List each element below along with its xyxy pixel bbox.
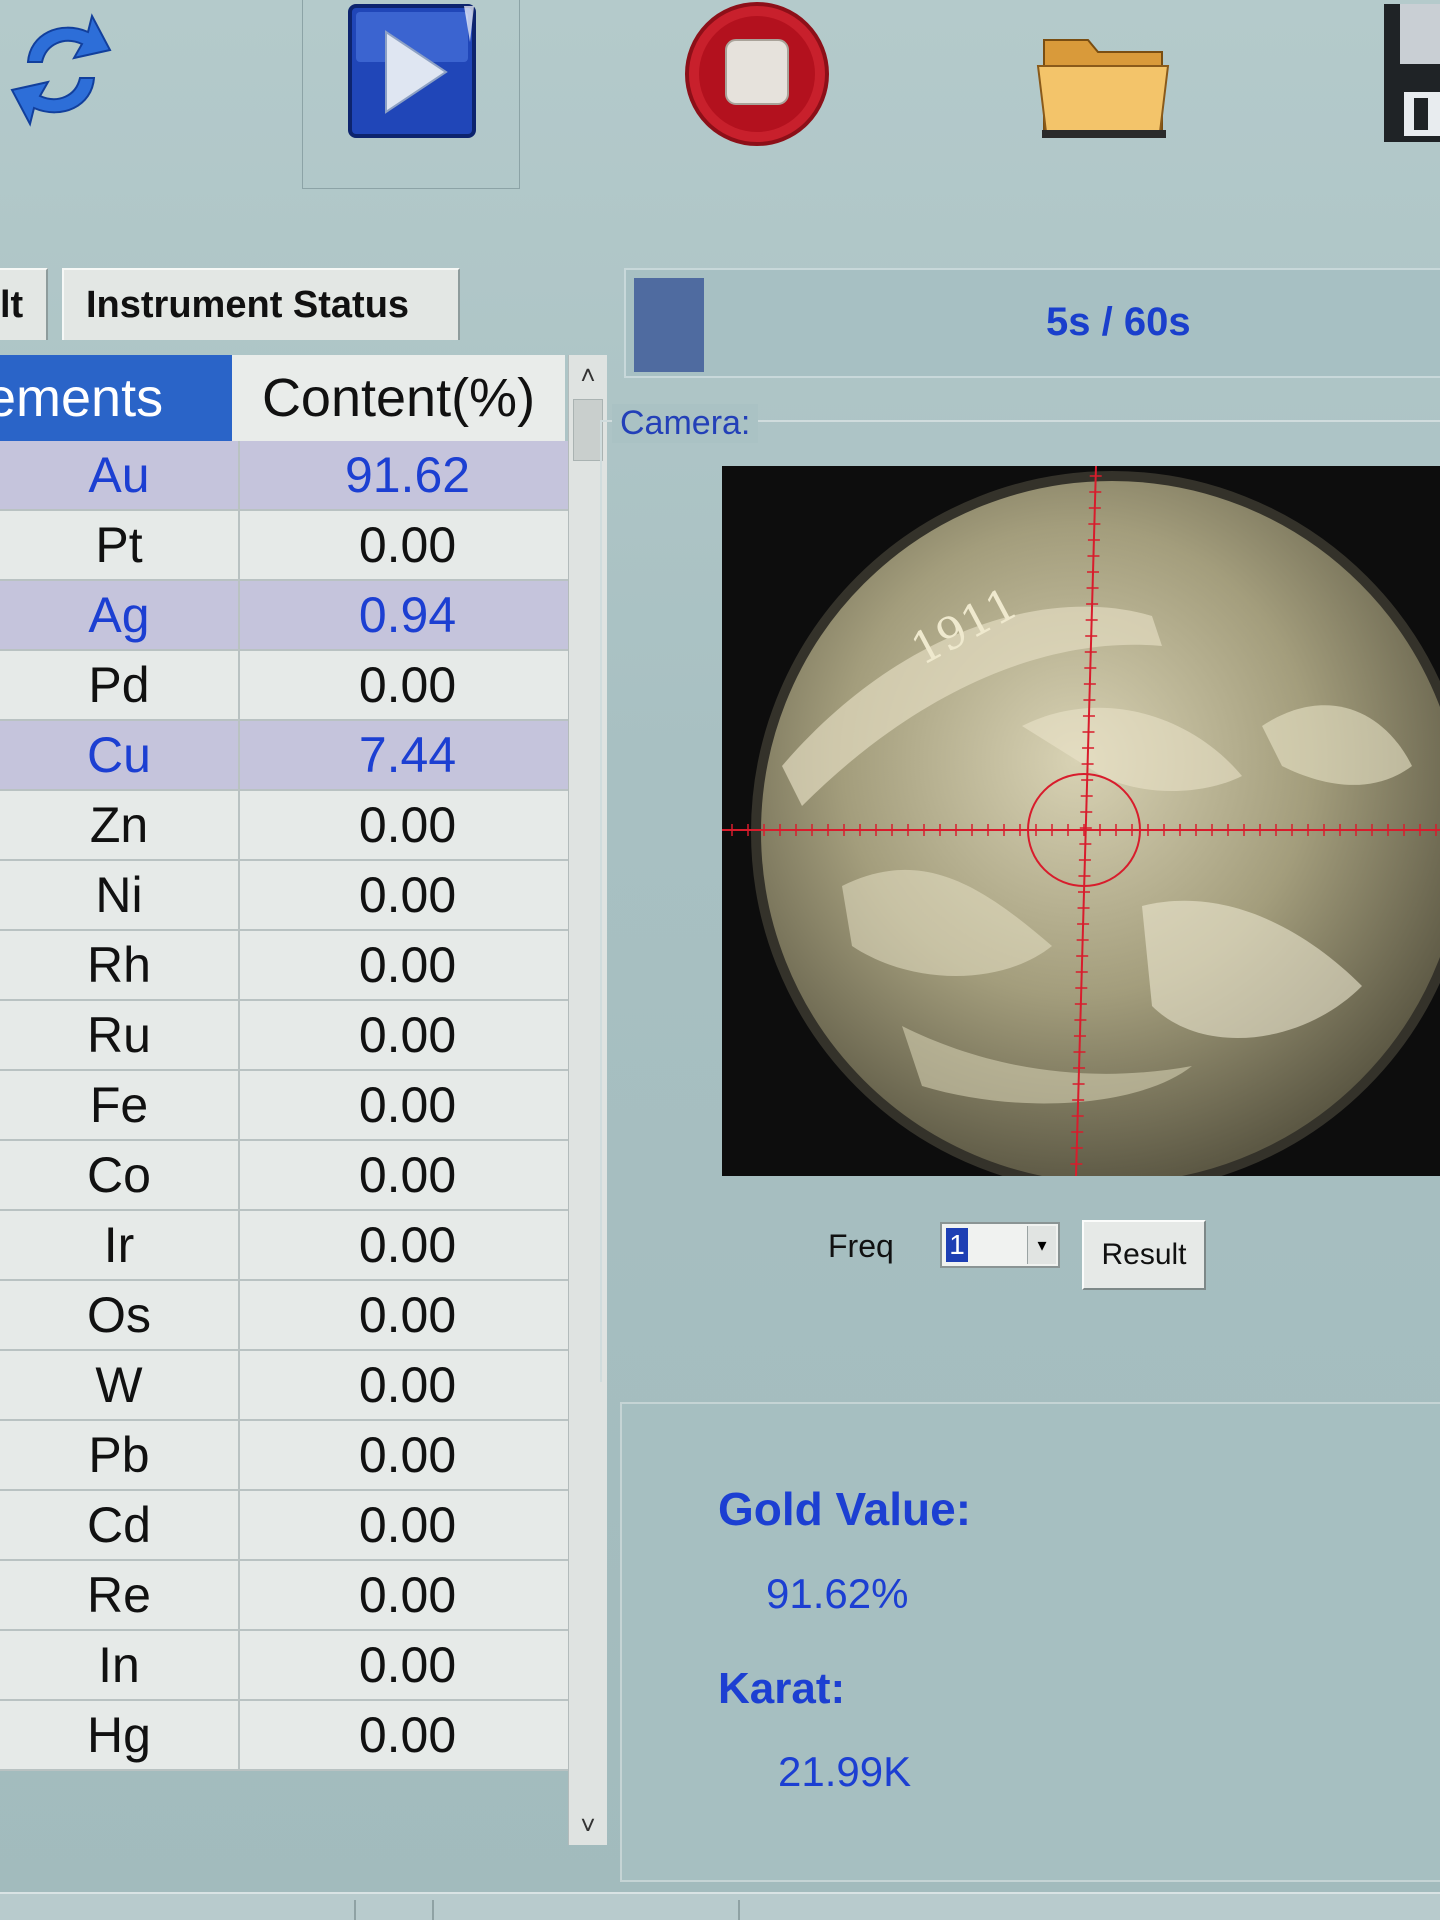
- element-symbol-cell: Pd: [0, 651, 240, 719]
- element-content-cell: 0.94: [358, 587, 457, 643]
- element-content-cell: 0.00: [358, 1707, 457, 1763]
- table-row[interactable]: Co 0.00: [0, 1141, 580, 1211]
- table-body: Au 91.62 Pt 0.00 Ag 0.94 Pd 0.00 Cu 7.44 Zn 0.00 Ni 0…: [0, 441, 580, 1771]
- play-icon: [348, 4, 476, 138]
- element-content-cell: 0.00: [358, 1497, 457, 1553]
- status-bar: [0, 1892, 1440, 1920]
- gold-value: 91.62%: [766, 1570, 909, 1617]
- freq-selected-value: 1: [946, 1228, 968, 1262]
- chevron-down-icon[interactable]: ▾: [1027, 1226, 1056, 1264]
- element-symbol-cell: Ni: [0, 861, 240, 929]
- table-row[interactable]: Ni 0.00: [0, 861, 580, 931]
- element-symbol-cell: Cu: [0, 721, 240, 789]
- coin-image: 1911: [751, 471, 1440, 1176]
- table-row[interactable]: In 0.00: [0, 1631, 580, 1701]
- element-symbol-cell: W: [0, 1351, 240, 1419]
- karat-label: Karat:: [718, 1664, 846, 1713]
- element-symbol-cell: Ru: [0, 1001, 240, 1069]
- progress-bar-fill: [634, 278, 704, 372]
- table-row[interactable]: Ru 0.00: [0, 1001, 580, 1071]
- table-row[interactable]: Ag 0.94: [0, 581, 580, 651]
- tab-result[interactable]: lt: [0, 268, 48, 340]
- table-row[interactable]: Cu 7.44: [0, 721, 580, 791]
- freq-label: Freq: [828, 1228, 894, 1264]
- element-content-cell: 0.00: [358, 937, 457, 993]
- element-symbol-cell: Re: [0, 1561, 240, 1629]
- gold-value-label: Gold Value:: [718, 1483, 972, 1535]
- table-row[interactable]: Zn 0.00: [0, 791, 580, 861]
- element-symbol-cell: Zn: [0, 791, 240, 859]
- element-content-cell: 7.44: [358, 727, 457, 783]
- element-symbol-cell: Pt: [0, 511, 240, 579]
- scrollbar-thumb[interactable]: [573, 399, 603, 461]
- table-row[interactable]: Pd 0.00: [0, 651, 580, 721]
- table-row[interactable]: Ir 0.00: [0, 1211, 580, 1281]
- stop-button[interactable]: [682, 0, 832, 150]
- scroll-up-icon[interactable]: ˄: [569, 355, 607, 395]
- element-symbol-cell: Au: [0, 441, 240, 509]
- element-content-cell: 0.00: [358, 657, 457, 713]
- xrf-analyzer-window: lt Instrument Status 5s / 60s ements Con…: [0, 0, 1440, 1920]
- element-symbol-cell: Co: [0, 1141, 240, 1209]
- element-symbol-cell: Ag: [0, 581, 240, 649]
- stop-icon: [685, 2, 829, 146]
- table-row[interactable]: Hg 0.00: [0, 1701, 580, 1771]
- element-content-cell: 0.00: [358, 1357, 457, 1413]
- element-symbol-cell: Ir: [0, 1211, 240, 1279]
- result-panel: [620, 1402, 1440, 1882]
- refresh-icon[interactable]: [8, 10, 114, 130]
- element-symbol-cell: Rh: [0, 931, 240, 999]
- element-content-cell: 0.00: [358, 517, 457, 573]
- table-row[interactable]: Pt 0.00: [0, 511, 580, 581]
- camera-view[interactable]: 1911: [722, 466, 1440, 1176]
- element-content-cell: 91.62: [344, 447, 471, 503]
- element-symbol-cell: Os: [0, 1281, 240, 1349]
- result-button[interactable]: Result: [1082, 1220, 1206, 1290]
- table-row[interactable]: Pb 0.00: [0, 1421, 580, 1491]
- table-row[interactable]: Fe 0.00: [0, 1071, 580, 1141]
- element-symbol-cell: Hg: [0, 1701, 240, 1769]
- element-content-cell: 0.00: [358, 1217, 457, 1273]
- save-icon: [1384, 4, 1440, 142]
- freq-select[interactable]: 1 ▾: [940, 1222, 1060, 1268]
- elements-table: ements Content(%) Au 91.62 Pt 0.00 Ag 0.94 Pd 0…: [0, 355, 610, 1855]
- play-button[interactable]: [346, 2, 478, 140]
- element-content-cell: 0.00: [358, 1287, 457, 1343]
- element-content-cell: 0.00: [358, 867, 457, 923]
- save-button[interactable]: [1380, 0, 1440, 148]
- table-row[interactable]: Re 0.00: [0, 1561, 580, 1631]
- folder-icon: [1036, 39, 1170, 138]
- element-content-cell: 0.00: [358, 797, 457, 853]
- element-content-cell: 0.00: [358, 1007, 457, 1063]
- open-folder-button[interactable]: [1034, 20, 1174, 138]
- table-row[interactable]: Rh 0.00: [0, 931, 580, 1001]
- table-row[interactable]: Au 91.62: [0, 441, 580, 511]
- column-header-content[interactable]: Content(%): [232, 355, 565, 441]
- element-content-cell: 0.00: [358, 1567, 457, 1623]
- table-row[interactable]: W 0.00: [0, 1351, 580, 1421]
- measurement-progress: 5s / 60s: [624, 268, 1440, 378]
- table-header: ements Content(%): [0, 355, 565, 441]
- table-row[interactable]: Cd 0.00: [0, 1491, 580, 1561]
- element-symbol-cell: Pb: [0, 1421, 240, 1489]
- column-header-elements[interactable]: ements: [0, 355, 232, 441]
- element-symbol-cell: Cd: [0, 1491, 240, 1559]
- element-symbol-cell: In: [0, 1631, 240, 1699]
- progress-time-text: 5s / 60s: [1046, 300, 1191, 344]
- element-content-cell: 0.00: [358, 1637, 457, 1693]
- karat-value: 21.99K: [778, 1748, 912, 1795]
- scroll-down-icon[interactable]: ˅: [569, 1805, 607, 1845]
- tab-instrument-status[interactable]: Instrument Status: [62, 268, 460, 340]
- table-row[interactable]: Os 0.00: [0, 1281, 580, 1351]
- camera-label: Camera:: [612, 404, 759, 443]
- element-content-cell: 0.00: [358, 1147, 457, 1203]
- element-content-cell: 0.00: [358, 1427, 457, 1483]
- element-content-cell: 0.00: [358, 1077, 457, 1133]
- element-symbol-cell: Fe: [0, 1071, 240, 1139]
